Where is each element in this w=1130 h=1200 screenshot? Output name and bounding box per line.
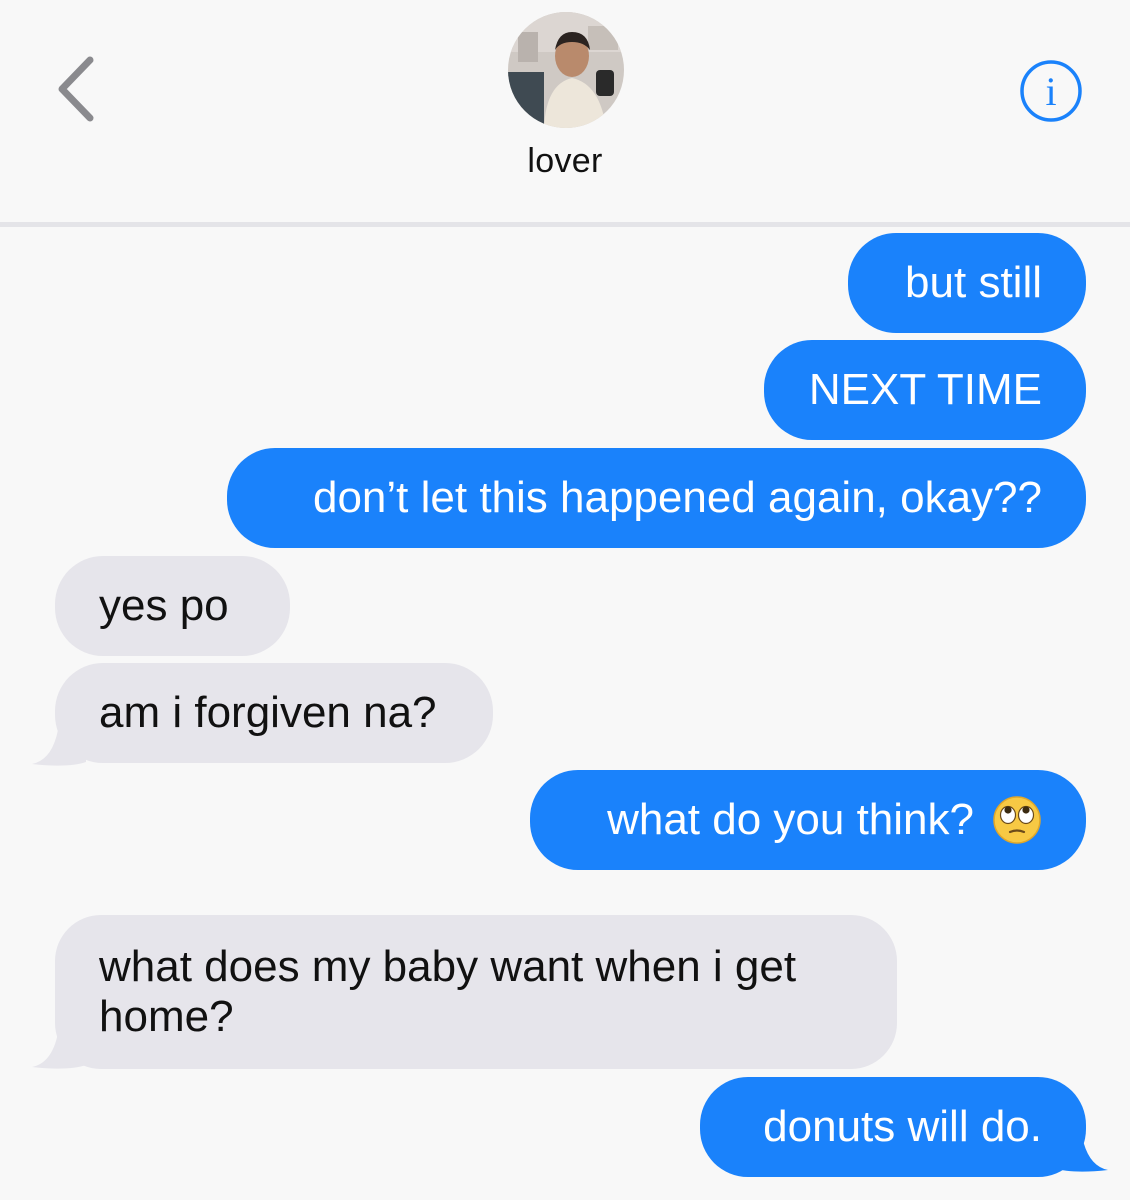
message-text: NEXT TIME: [808, 365, 1042, 414]
info-icon: i: [1020, 60, 1082, 122]
message-text: donuts will do.: [763, 1102, 1042, 1151]
message-text: yes po: [99, 581, 229, 630]
message-bubble-sent[interactable]: donuts will do.: [700, 1077, 1086, 1177]
message-text: don’t let this happened again, okay??: [312, 473, 1042, 522]
message-text: but still: [905, 258, 1042, 307]
message-text: what do you think?: [607, 795, 974, 844]
bubble-tail: [32, 730, 86, 766]
message-bubble-sent[interactable]: what do you think?: [530, 770, 1086, 870]
svg-text:i: i: [1045, 69, 1056, 114]
bubble-tail: [32, 1033, 86, 1069]
back-button[interactable]: [50, 54, 106, 124]
message-text: what does my baby want when i get home?: [99, 942, 797, 1041]
header-divider: [0, 222, 1130, 227]
message-bubble-sent[interactable]: don’t let this happened again, okay??: [227, 448, 1086, 548]
message-bubble-sent[interactable]: but still: [848, 233, 1086, 333]
message-bubble-received[interactable]: am i forgiven na?: [55, 663, 493, 763]
contact-name[interactable]: lover: [0, 142, 1130, 181]
avatar-photo: [508, 12, 624, 128]
face-with-rolling-eyes-icon: [993, 796, 1041, 844]
message-bubble-received[interactable]: yes po: [55, 556, 290, 656]
info-button[interactable]: i: [1018, 58, 1084, 124]
message-text: am i forgiven na?: [99, 688, 437, 737]
chevron-left-icon: [58, 56, 94, 122]
avatar[interactable]: [508, 12, 624, 128]
message-bubble-received[interactable]: what does my baby want when i get home?: [55, 915, 897, 1069]
conversation-header: i lover: [0, 0, 1130, 222]
message-bubble-sent[interactable]: NEXT TIME: [764, 340, 1086, 440]
bubble-tail: [1054, 1136, 1108, 1172]
